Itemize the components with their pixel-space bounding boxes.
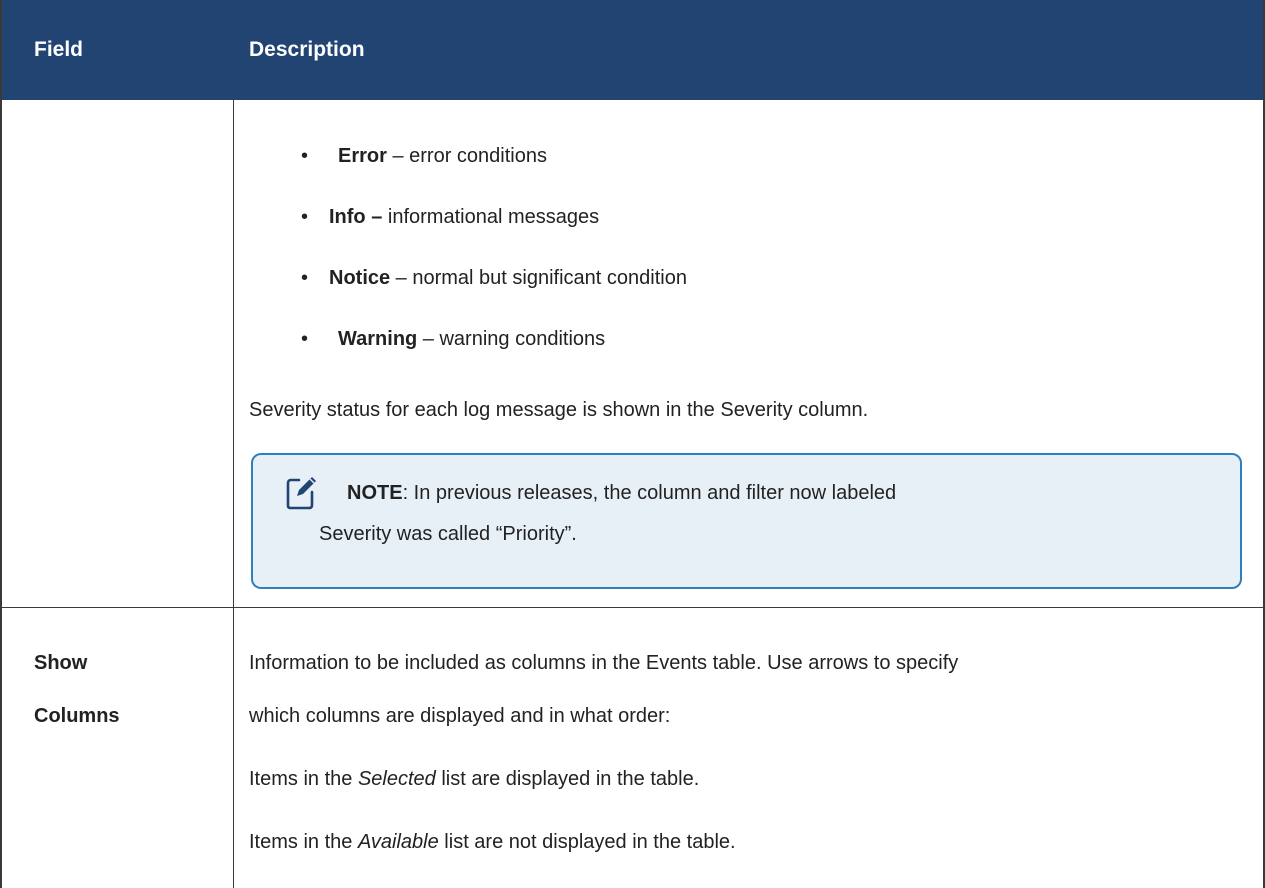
bullet-marker: • (301, 328, 309, 350)
list-item-notice: Notice – normal but significant conditio… (329, 267, 687, 289)
bullet-marker: • (301, 145, 309, 167)
column-divider (233, 100, 234, 888)
row-divider (2, 607, 1263, 608)
header-description: Description (249, 38, 365, 61)
bullet-marker: • (301, 206, 309, 228)
list-item-info: Info – informational messages (329, 206, 600, 228)
field-show-columns-line-2: Columns (34, 705, 120, 727)
list-item-error: Error – error conditions (338, 145, 547, 167)
note-edit-icon (286, 477, 316, 510)
note-callout: NOTE: In previous releases, the column a… (251, 453, 1242, 589)
selected-list-text: Items in the Selected list are displayed… (249, 768, 700, 790)
note-text-line-1: NOTE: In previous releases, the column a… (347, 482, 897, 504)
bullet-marker: • (301, 267, 309, 289)
available-list-text: Items in the Available list are not disp… (249, 831, 736, 853)
list-item-warning: Warning – warning conditions (338, 328, 606, 350)
field-show-columns-line-1: Show (34, 652, 88, 674)
show-columns-desc-line-1: Information to be included as columns in… (249, 652, 959, 674)
header-field: Field (34, 38, 84, 61)
field-description-table: Field Description • Error – error condit… (0, 0, 1265, 888)
table-header-row: Field Description (2, 0, 1263, 100)
show-columns-desc-line-2: which columns are displayed and in what … (249, 705, 671, 727)
severity-status-text: Severity status for each log message is … (249, 399, 869, 421)
note-text-line-2: Severity was called “Priority”. (319, 523, 577, 545)
